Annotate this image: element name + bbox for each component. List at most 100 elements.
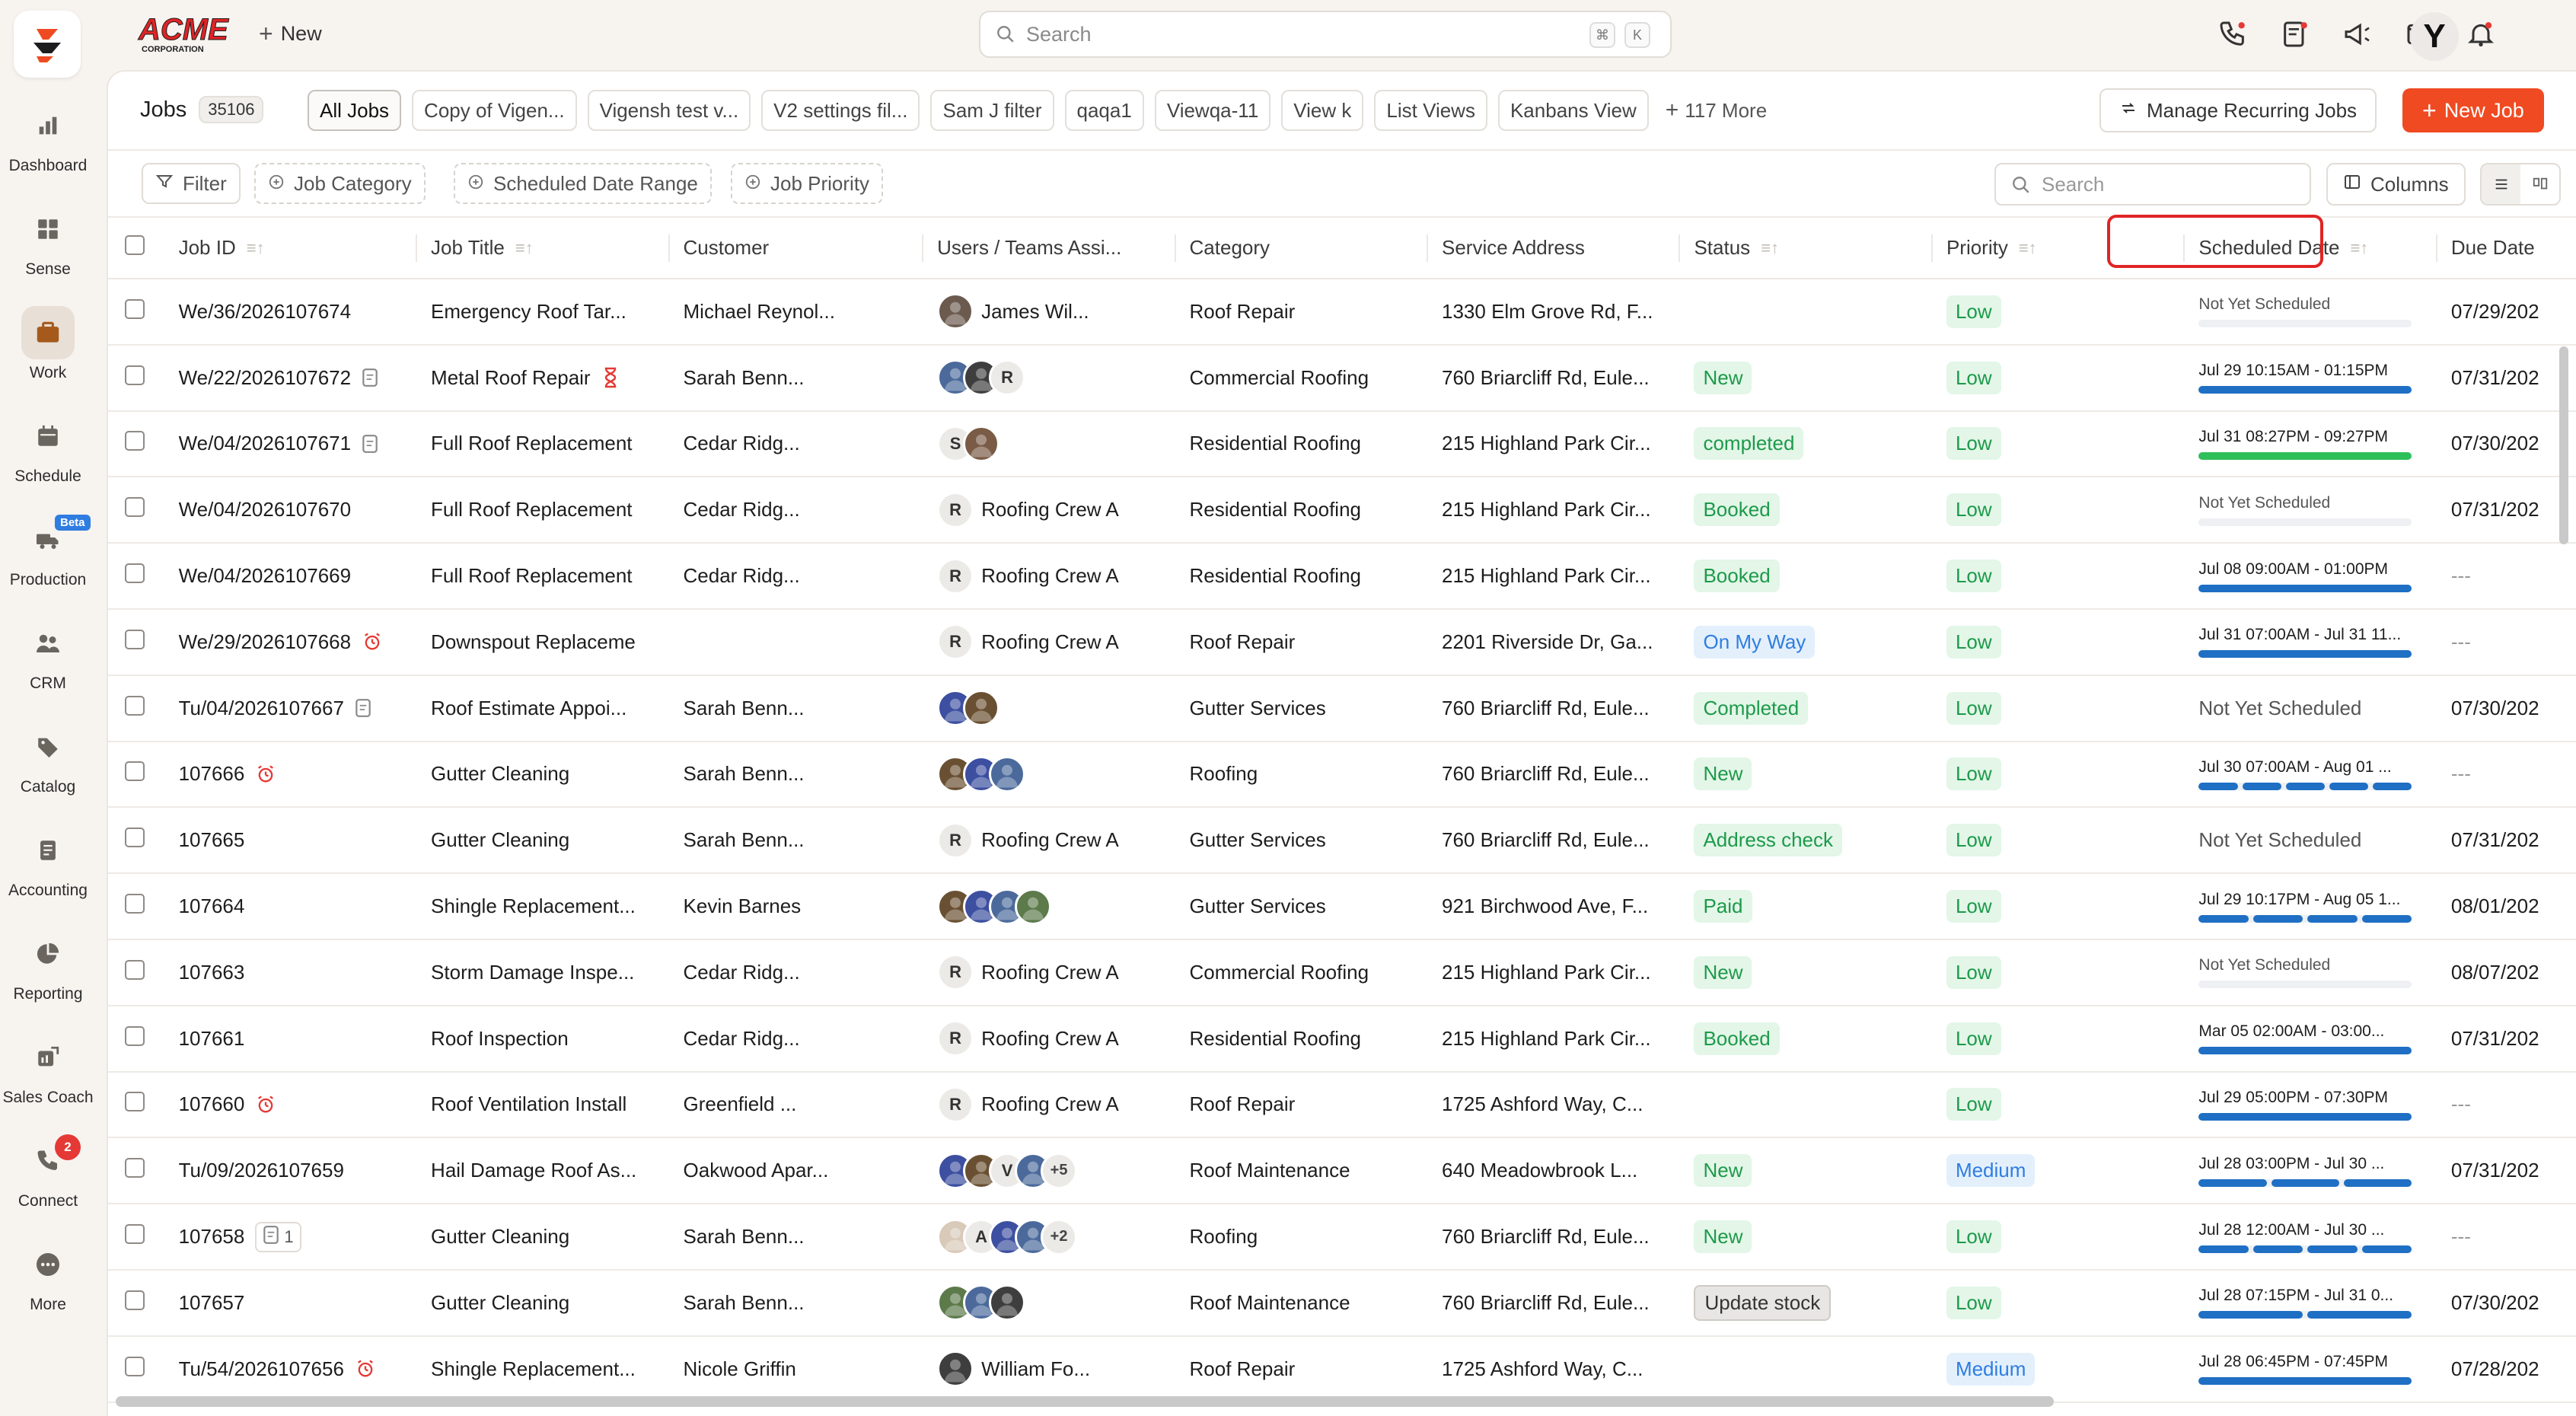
status-cell[interactable] xyxy=(1680,279,1933,346)
view-tab[interactable]: All Jobs xyxy=(308,90,402,131)
job-id-cell[interactable]: We/04/2026107670 xyxy=(164,477,418,544)
priority-badge[interactable]: Low xyxy=(1946,493,2001,527)
priority-badge[interactable]: Low xyxy=(1946,295,2001,328)
due-date-cell[interactable]: --- xyxy=(2437,1071,2564,1139)
table-row[interactable]: Tu/09/2026107659 Hail Damage Roof As... Oa… xyxy=(108,1137,2576,1205)
status-cell[interactable]: New xyxy=(1680,1204,1933,1271)
job-title-cell[interactable]: Gutter Cleaning xyxy=(417,1269,670,1337)
due-date-cell[interactable]: --- xyxy=(2437,608,2564,676)
job-id[interactable]: 107663 xyxy=(179,961,245,984)
new-job-button[interactable]: + New Job xyxy=(2402,88,2544,132)
priority-cell[interactable]: Low xyxy=(1932,1269,2185,1337)
status-badge[interactable]: New xyxy=(1694,955,1752,989)
priority-cell[interactable]: Low xyxy=(1932,1005,2185,1073)
job-id-cell[interactable]: 107660 xyxy=(164,1071,418,1139)
status-cell[interactable]: Booked xyxy=(1680,1005,1933,1073)
customer-cell[interactable]: Nicole Griffin xyxy=(669,1335,924,1403)
row-checkbox[interactable] xyxy=(125,695,145,716)
job-id[interactable]: 107665 xyxy=(179,828,245,852)
scheduled-date-cell[interactable]: Jul 08 09:00AM - 01:00PM xyxy=(2185,543,2437,610)
customer-cell[interactable] xyxy=(669,608,924,676)
job-id-cell[interactable]: We/22/2026107672 xyxy=(164,344,418,412)
due-date-cell[interactable]: --- xyxy=(2437,741,2564,808)
status-cell[interactable]: completed xyxy=(1680,410,1933,478)
header-customer[interactable]: Customer xyxy=(669,218,924,279)
assignees-cell[interactable]: R Roofing Crew A xyxy=(923,477,1176,544)
job-title-cell[interactable]: Hail Damage Roof As... xyxy=(417,1137,670,1205)
table-row[interactable]: 107657 Gutter Cleaning Sarah Benn... Roof M… xyxy=(108,1269,2576,1337)
job-title-cell[interactable]: Roof Estimate Appoi... xyxy=(417,675,670,742)
job-id-cell[interactable]: We/36/2026107674 xyxy=(164,279,418,346)
priority-cell[interactable]: Low xyxy=(1932,675,2185,742)
status-badge[interactable]: completed xyxy=(1694,427,1804,461)
row-checkbox[interactable] xyxy=(125,1025,145,1046)
scheduled-date-cell[interactable]: Not Yet Scheduled xyxy=(2185,279,2437,346)
service-address-cell[interactable]: 760 Briarcliff Rd, Eule... xyxy=(1428,344,1681,412)
scheduled-date-cell[interactable]: Jul 29 10:17PM - Aug 05 1... xyxy=(2185,873,2437,940)
sidebar-item-work[interactable]: Work xyxy=(0,297,96,388)
job-id[interactable]: 107660 xyxy=(179,1092,245,1116)
header-category[interactable]: Category xyxy=(1175,218,1428,279)
job-id[interactable]: We/04/2026107669 xyxy=(179,564,352,588)
assignees-cell[interactable]: R Roofing Crew A xyxy=(923,1005,1176,1073)
row-checkbox[interactable] xyxy=(125,431,145,451)
table-row[interactable]: 107666 Gutter Cleaning Sarah Benn... Roofin… xyxy=(108,741,2576,808)
priority-cell[interactable]: Low xyxy=(1932,543,2185,610)
job-id[interactable]: Tu/09/2026107659 xyxy=(179,1159,344,1182)
row-checkbox[interactable] xyxy=(125,1356,145,1376)
view-tab[interactable]: Viewqa-11 xyxy=(1154,90,1271,131)
category-cell[interactable]: Gutter Services xyxy=(1175,873,1428,940)
job-id-cell[interactable]: We/04/2026107671 xyxy=(164,410,418,478)
service-address-cell[interactable]: 1725 Ashford Way, C... xyxy=(1428,1335,1681,1403)
priority-cell[interactable]: Medium xyxy=(1932,1137,2185,1205)
priority-badge[interactable]: Low xyxy=(1946,625,2001,659)
job-id-cell[interactable]: We/29/2026107668 xyxy=(164,608,418,676)
job-id-cell[interactable]: 107666 xyxy=(164,741,418,808)
table-row[interactable]: We/29/2026107668 Downspout Replaceme R Roof… xyxy=(108,608,2576,676)
job-title-cell[interactable]: Gutter Cleaning xyxy=(417,741,670,808)
customer-cell[interactable]: Sarah Benn... xyxy=(669,675,924,742)
sidebar-item-dashboard[interactable]: Dashboard xyxy=(0,90,96,181)
job-title-cell[interactable]: Metal Roof Repair xyxy=(417,344,670,412)
due-date-cell[interactable]: 07/29/202 xyxy=(2437,279,2564,346)
row-checkbox[interactable] xyxy=(125,959,145,980)
row-checkbox[interactable] xyxy=(125,563,145,584)
job-priority-filter[interactable]: Job Priority xyxy=(731,163,884,204)
due-date-cell[interactable]: 07/31/202 xyxy=(2437,344,2564,412)
job-id-cell[interactable]: 107661 xyxy=(164,1005,418,1073)
table-search-input[interactable]: Search xyxy=(1994,163,2311,206)
view-tab[interactable]: qaqa1 xyxy=(1064,90,1144,131)
row-checkbox[interactable] xyxy=(125,1092,145,1112)
table-row[interactable]: Tu/54/2026107656 Shingle Replacement... Ni… xyxy=(108,1335,2576,1403)
new-button[interactable]: + New xyxy=(259,20,322,48)
job-id-cell[interactable]: We/04/2026107669 xyxy=(164,543,418,610)
view-tab[interactable]: Copy of Vigen... xyxy=(412,90,577,131)
sidebar-item-more[interactable]: More xyxy=(0,1229,96,1320)
category-cell[interactable]: Residential Roofing xyxy=(1175,410,1428,478)
header-users-teams[interactable]: Users / Teams Assi... xyxy=(923,218,1176,279)
row-checkbox[interactable] xyxy=(125,1224,145,1245)
row-checkbox[interactable] xyxy=(125,365,145,385)
job-title-cell[interactable]: Downspout Replaceme xyxy=(417,608,670,676)
row-checkbox[interactable] xyxy=(125,1290,145,1310)
assignees-cell[interactable]: R xyxy=(923,344,1176,412)
row-checkbox[interactable] xyxy=(125,761,145,782)
status-badge[interactable]: Update stock xyxy=(1694,1284,1832,1321)
assignees-cell[interactable]: S xyxy=(923,410,1176,478)
scheduled-date-cell[interactable]: Jul 28 03:00PM - Jul 30 ... xyxy=(2185,1137,2437,1205)
priority-badge[interactable]: Medium xyxy=(1946,1352,2036,1386)
megaphone-icon[interactable] xyxy=(2340,17,2375,52)
category-cell[interactable]: Residential Roofing xyxy=(1175,477,1428,544)
due-date-cell[interactable]: 08/07/202 xyxy=(2437,939,2564,1006)
customer-cell[interactable]: Sarah Benn... xyxy=(669,807,924,875)
job-id-cell[interactable]: Tu/09/2026107659 xyxy=(164,1137,418,1205)
job-title-cell[interactable]: Full Roof Replacement xyxy=(417,477,670,544)
priority-cell[interactable]: Medium xyxy=(1932,1335,2185,1403)
due-date-cell[interactable]: 07/31/202 xyxy=(2437,1005,2564,1073)
company-logo[interactable]: ACME CORPORATION xyxy=(137,12,236,59)
job-id[interactable]: We/29/2026107668 xyxy=(179,630,352,654)
priority-badge[interactable]: Low xyxy=(1946,1088,2001,1121)
priority-badge[interactable]: Low xyxy=(1946,691,2001,725)
job-title-cell[interactable]: Emergency Roof Tar... xyxy=(417,279,670,346)
priority-badge[interactable]: Low xyxy=(1946,560,2001,593)
